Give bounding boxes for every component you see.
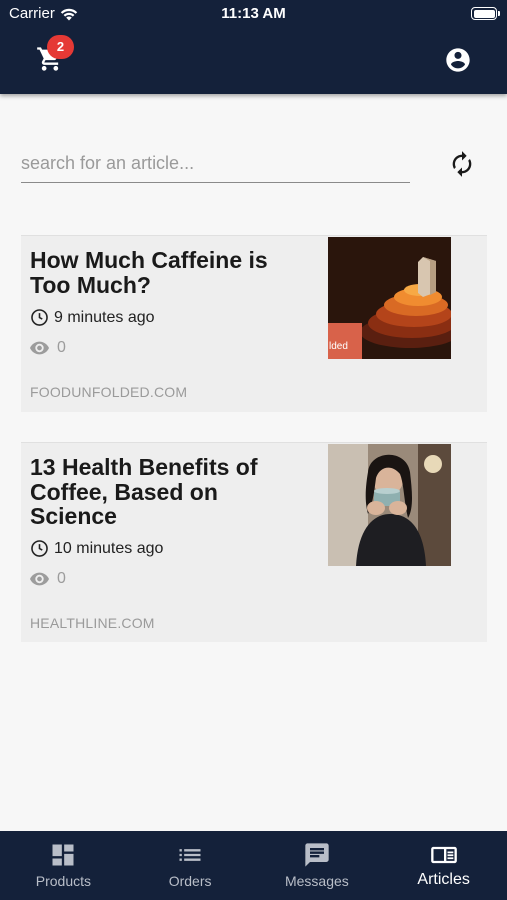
- article-views-count: 0: [57, 339, 66, 356]
- cart-count-badge: 2: [47, 35, 74, 59]
- account-button[interactable]: [444, 46, 472, 74]
- article-card[interactable]: How Much Caffeine is Too Much? 9 minutes…: [21, 235, 487, 412]
- dashboard-icon: [52, 844, 74, 866]
- article-source: FOODUNFOLDED.COM: [30, 384, 188, 400]
- thumbnail-logo-text: lded: [329, 341, 348, 352]
- tab-messages[interactable]: Messages: [254, 831, 381, 900]
- tab-orders[interactable]: Orders: [127, 831, 254, 900]
- status-bar: Carrier 11:13 AM: [0, 0, 507, 28]
- refresh-icon: [452, 151, 472, 177]
- article-time: 10 minutes ago: [30, 539, 163, 558]
- search-field: [21, 145, 410, 183]
- list-icon: [179, 849, 201, 861]
- article-icon: [430, 846, 457, 864]
- clock-icon: [31, 540, 48, 557]
- tab-label: Orders: [168, 873, 212, 889]
- tab-label: Messages: [284, 873, 349, 889]
- article-thumbnail[interactable]: [328, 444, 451, 566]
- article-card[interactable]: 13 Health Benefits of Coffee, Based on S…: [21, 442, 487, 642]
- app-header: Carrier 11:13 AM 2: [0, 0, 507, 94]
- tab-label: Products: [35, 873, 91, 889]
- tab-articles[interactable]: Articles: [380, 831, 507, 900]
- article-title[interactable]: 13 Health Benefits of Coffee, Based on S…: [30, 455, 310, 529]
- article-time-text: 10 minutes ago: [54, 539, 164, 557]
- article-thumbnail[interactable]: lded: [328, 237, 451, 359]
- message-icon: [305, 843, 329, 867]
- article-source: HEALTHLINE.COM: [30, 615, 155, 631]
- article-time: 9 minutes ago: [30, 308, 155, 327]
- refresh-button[interactable]: [448, 150, 476, 178]
- battery-icon: [471, 7, 500, 20]
- article-time-text: 9 minutes ago: [54, 308, 155, 326]
- woman-drinking-coffee-image: [328, 444, 451, 566]
- tab-products[interactable]: Products: [0, 831, 127, 900]
- search-input[interactable]: [21, 145, 410, 181]
- account-circle-icon: [446, 48, 470, 72]
- tab-label: Articles: [417, 871, 470, 888]
- clock-icon: [31, 309, 48, 326]
- eye-icon: [30, 572, 49, 586]
- article-views-count: 0: [57, 570, 66, 587]
- status-time: 11:13 AM: [221, 5, 286, 22]
- article-views: 0: [30, 339, 66, 357]
- bottom-tab-bar: Products Orders Messages Articles: [0, 831, 507, 900]
- article-views: 0: [30, 570, 66, 588]
- article-title[interactable]: How Much Caffeine is Too Much?: [30, 248, 310, 297]
- eye-icon: [30, 341, 49, 355]
